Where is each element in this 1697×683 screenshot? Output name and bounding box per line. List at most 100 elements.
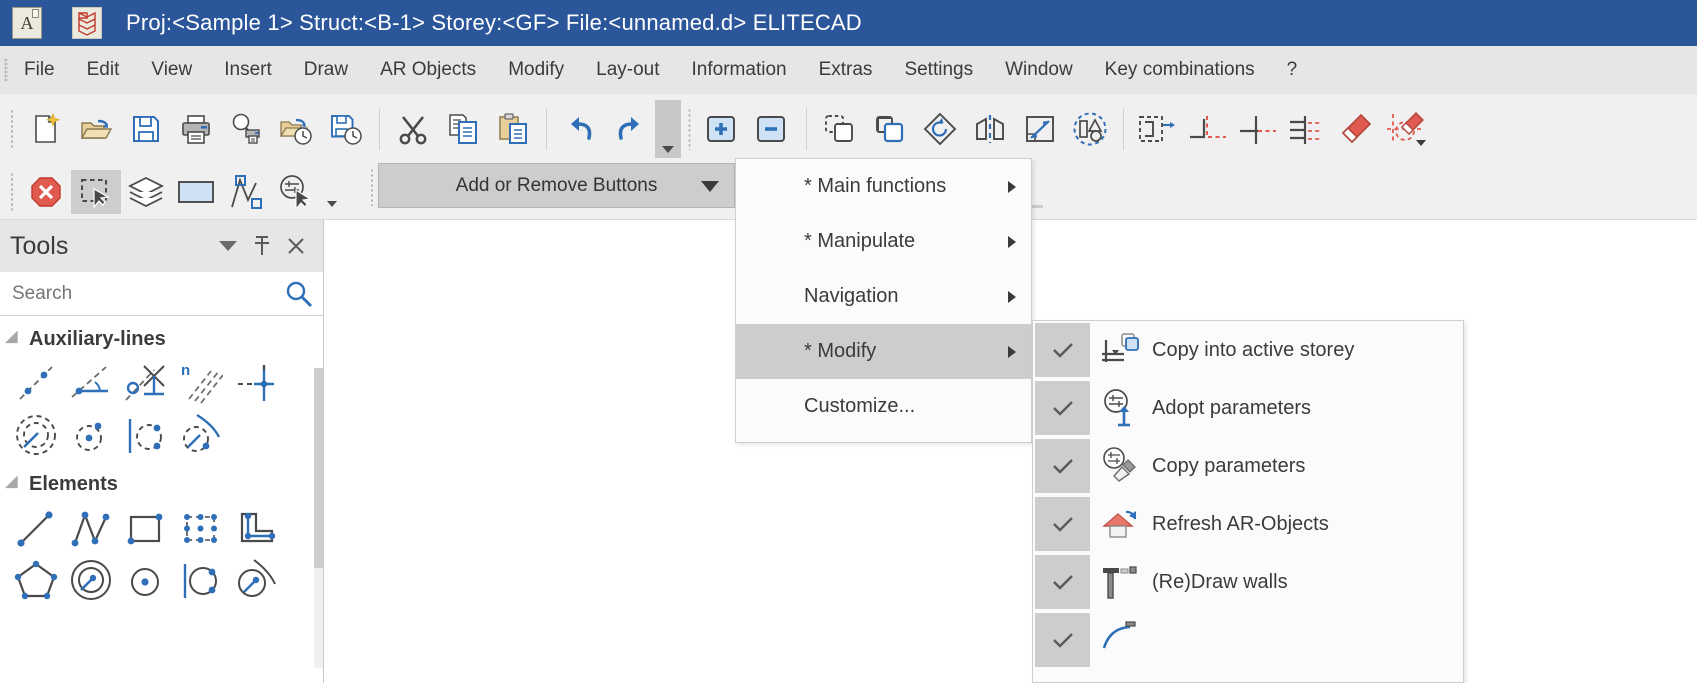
search-input[interactable] <box>10 281 285 306</box>
menu-item-manipulate[interactable]: * Manipulate <box>736 214 1031 269</box>
menu-item-draw[interactable]: Draw <box>288 53 364 87</box>
delete-element-icon[interactable] <box>1382 104 1432 154</box>
cancel-icon[interactable] <box>21 170 71 214</box>
add-remove-bar-grip[interactable] <box>370 168 374 206</box>
duplicate-icon[interactable] <box>865 104 915 154</box>
checkmark-icon[interactable] <box>1035 439 1090 493</box>
menu-item-modify[interactable]: Modify <box>492 53 580 87</box>
polyline-points-icon[interactable] <box>221 170 271 214</box>
copy-icon[interactable] <box>438 104 488 154</box>
elitecad-logo-icon[interactable] <box>72 7 102 39</box>
print-icon[interactable] <box>171 104 221 154</box>
redo-icon[interactable] <box>605 104 655 154</box>
menu-item-view[interactable]: View <box>135 53 208 87</box>
aux-line-perpendicular-icon[interactable] <box>118 357 173 409</box>
search-icon[interactable] <box>285 280 313 308</box>
menu-item-information[interactable]: Information <box>676 53 803 87</box>
zoom-in-icon[interactable] <box>698 104 748 154</box>
menu-item-edit[interactable]: Edit <box>71 53 136 87</box>
polyline-icon[interactable] <box>63 502 118 554</box>
menu-item-main-functions[interactable]: * Main functions <box>736 159 1031 214</box>
checkmark-icon[interactable] <box>1035 497 1090 551</box>
trim-multiple-icon[interactable] <box>1282 104 1332 154</box>
document-a-icon[interactable]: A <box>12 7 42 39</box>
fill-rectangle-icon[interactable] <box>171 170 221 214</box>
toolbar-small-dropdown[interactable] <box>321 170 343 214</box>
copy-to-layer-icon[interactable] <box>815 104 865 154</box>
pin-icon[interactable] <box>245 229 279 263</box>
checkmark-icon[interactable] <box>1035 555 1090 609</box>
menu-item-key-combinations[interactable]: Key combinations <box>1089 53 1271 87</box>
undo-icon[interactable] <box>555 104 605 154</box>
open-folder-icon[interactable] <box>71 104 121 154</box>
submenu-item-refresh-ar-objects[interactable]: Refresh AR-Objects <box>1033 495 1463 553</box>
menu-item-modify[interactable]: * Modify <box>736 324 1031 379</box>
circle-center-icon[interactable] <box>118 554 173 606</box>
checkmark-icon[interactable] <box>1035 613 1090 667</box>
polygon-icon[interactable] <box>8 554 63 606</box>
aux-circle-tangent-line-icon[interactable] <box>118 409 173 461</box>
menu-item-file[interactable]: File <box>8 53 71 87</box>
eraser-icon[interactable] <box>1332 104 1382 154</box>
aux-line-n-parallel-icon[interactable]: n <box>173 357 228 409</box>
line-icon[interactable] <box>8 502 63 554</box>
trim-line-icon[interactable] <box>1232 104 1282 154</box>
circle-tangent-arc-icon[interactable] <box>228 554 283 606</box>
rotate-icon[interactable] <box>915 104 965 154</box>
menu-item-extras[interactable]: Extras <box>803 53 889 87</box>
submenu-item-redraw-walls[interactable]: (Re)Draw walls <box>1033 553 1463 611</box>
checkmark-icon[interactable] <box>1035 323 1090 377</box>
triangle-collapse-icon[interactable] <box>4 329 25 350</box>
group-header-auxiliary-lines[interactable]: Auxiliary-lines <box>0 316 323 357</box>
menu-item-help[interactable]: ? <box>1271 53 1314 87</box>
toolbar-overflow-chevron[interactable] <box>655 100 681 158</box>
submenu-item-copy-parameters[interactable]: Copy parameters <box>1033 437 1463 495</box>
scale-icon[interactable] <box>1015 104 1065 154</box>
toolbar-grip[interactable] <box>10 109 14 149</box>
menu-item-window[interactable]: Window <box>989 53 1089 87</box>
toolbar-grip-secondary[interactable] <box>10 171 14 212</box>
layers-icon[interactable] <box>121 170 171 214</box>
close-icon[interactable] <box>279 229 313 263</box>
zoom-out-icon[interactable] <box>748 104 798 154</box>
menu-item-navigation[interactable]: Navigation <box>736 269 1031 324</box>
open-recent-icon[interactable] <box>271 104 321 154</box>
select-group-icon[interactable] <box>1065 104 1115 154</box>
aux-circle-tangent-arc-icon[interactable] <box>173 409 228 461</box>
new-document-icon[interactable] <box>21 104 71 154</box>
rectangle-points-icon[interactable] <box>173 502 228 554</box>
lshape-icon[interactable] <box>228 502 283 554</box>
aux-line-offset-cross-icon[interactable] <box>228 357 283 409</box>
move-selection-icon[interactable] <box>1132 104 1182 154</box>
menu-item-settings[interactable]: Settings <box>888 53 989 87</box>
circle-tangent-line-icon[interactable] <box>173 554 228 606</box>
save-icon[interactable] <box>121 104 171 154</box>
save-recent-icon[interactable] <box>321 104 371 154</box>
trim-corner-icon[interactable] <box>1182 104 1232 154</box>
add-or-remove-buttons-bar[interactable]: Add or Remove Buttons <box>378 163 735 208</box>
paste-icon[interactable] <box>488 104 538 154</box>
cut-icon[interactable] <box>388 104 438 154</box>
menu-item-customize[interactable]: Customize... <box>736 379 1031 434</box>
aux-circle-center-icon[interactable] <box>63 409 118 461</box>
submenu-item-adopt-parameters[interactable]: Adopt parameters <box>1033 379 1463 437</box>
pick-parameters-icon[interactable] <box>271 170 321 214</box>
mirror-icon[interactable] <box>965 104 1015 154</box>
menu-item-insert[interactable]: Insert <box>208 53 288 87</box>
group-header-elements[interactable]: Elements <box>0 461 323 502</box>
tools-panel-scrollbar[interactable] <box>314 368 323 668</box>
chevron-down-icon[interactable] <box>700 180 720 193</box>
rectangle-icon[interactable] <box>118 502 173 554</box>
select-rectangle-icon[interactable] <box>71 169 121 214</box>
circle-concentric-icon[interactable] <box>63 554 118 606</box>
menu-item-lay-out[interactable]: Lay-out <box>580 53 675 87</box>
checkmark-icon[interactable] <box>1035 381 1090 435</box>
menu-item-ar-objects[interactable]: AR Objects <box>364 53 492 87</box>
chevron-down-icon[interactable] <box>211 229 245 263</box>
submenu-item-redraw-arc[interactable] <box>1033 611 1463 669</box>
print-preview-icon[interactable] <box>221 104 271 154</box>
scrollbar-thumb[interactable] <box>314 368 323 568</box>
aux-line-angle-icon[interactable] <box>63 357 118 409</box>
aux-circle-concentric-icon[interactable] <box>8 409 63 461</box>
triangle-collapse-icon[interactable] <box>4 474 25 495</box>
